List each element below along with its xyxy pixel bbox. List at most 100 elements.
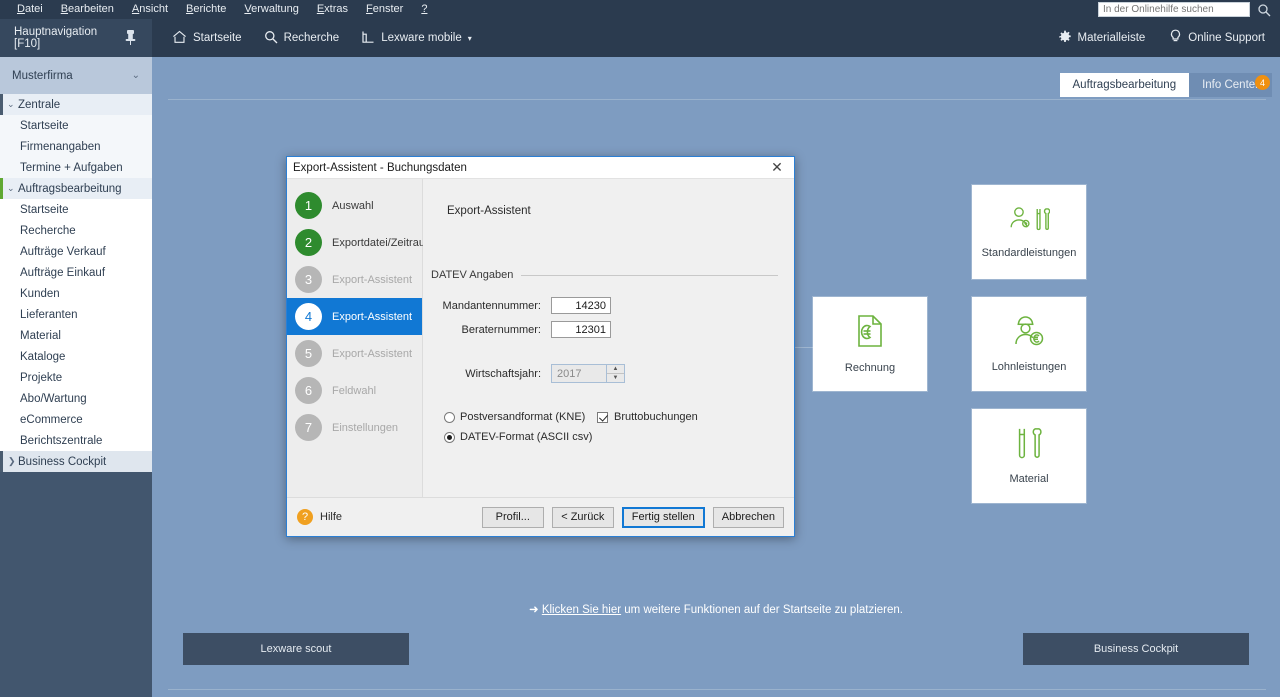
business-cockpit-button[interactable]: Business Cockpit — [1023, 633, 1249, 665]
sidebar-item-projekte[interactable]: Projekte — [0, 367, 152, 388]
wizard-step-number: 6 — [295, 377, 322, 404]
radio-icon-selected[interactable] — [444, 431, 455, 443]
sidebar-item-label: Berichtszentrale — [20, 434, 103, 447]
toolbar-item-recherche[interactable]: Recherche — [255, 25, 349, 51]
menu-item-fenster[interactable]: Fenster — [357, 0, 412, 19]
checkbox-label: Bruttobuchungen — [614, 411, 698, 423]
menu-item-verwaltung[interactable]: Verwaltung — [235, 0, 307, 19]
placement-hint-link[interactable]: Klicken Sie hier — [542, 604, 621, 616]
field-label: Mandantennummer: — [442, 299, 541, 312]
stepper-down-icon[interactable]: ▼ — [607, 374, 624, 382]
tools-icon — [1016, 427, 1042, 464]
dialog-button-fertig-stellen[interactable]: Fertig stellen — [621, 506, 705, 528]
help-link[interactable]: ? Hilfe — [297, 509, 342, 525]
stepper-up-icon[interactable]: ▲ — [607, 365, 624, 374]
wizard-step-1[interactable]: 1 Auswahl — [287, 187, 422, 224]
wizard-step-label: Auswahl — [332, 199, 374, 212]
group-rule — [521, 274, 778, 276]
toolbar-item-startseite[interactable]: Startseite — [163, 25, 251, 51]
sidebar-group-label: Auftragsbearbeitung — [18, 182, 122, 195]
menu-item-ansicht[interactable]: Ansicht — [123, 0, 177, 19]
tile-label: Standardleistungen — [981, 247, 1077, 259]
hauptnavigation-label: Hauptnavigation [F10] — [14, 26, 98, 50]
sidebar-group-label: Zentrale — [18, 98, 61, 111]
checkbox-bruttobuchungen[interactable]: Bruttobuchungen — [597, 411, 698, 423]
sidebar-item-ecommerce[interactable]: eCommerce — [0, 409, 152, 430]
dialog-button-abbrechen[interactable]: Abbrechen — [712, 506, 784, 528]
tile-standardleistungen[interactable]: Standardleistungen — [972, 185, 1086, 279]
main-toolbar: Hauptnavigation [F10] Startseite Recherc… — [0, 19, 1280, 57]
sidebar-item-auftr-ge-einkauf[interactable]: Aufträge Einkauf — [0, 262, 152, 283]
tile-lohnleistungen[interactable]: Lohnleistungen — [972, 297, 1086, 391]
field-label: Beraternummer: — [461, 323, 541, 336]
sidebar-item-label: Abo/Wartung — [20, 392, 87, 405]
wizard-step-2[interactable]: 2 Exportdatei/Zeitraum — [287, 224, 434, 261]
field-mandantennummer: Mandantennummer: — [431, 297, 611, 314]
sidebar-item-label: Lieferanten — [20, 308, 78, 321]
hauptnavigation-button[interactable]: Hauptnavigation [F10] — [0, 19, 152, 57]
wirtschaftsjahr-stepper[interactable]: ▲ ▼ — [551, 364, 625, 383]
sidebar-item-kunden[interactable]: Kunden — [0, 283, 152, 304]
wizard-step-4[interactable]: 4 Export-Assistent — [287, 298, 422, 335]
checkbox-icon[interactable] — [597, 411, 608, 423]
company-selector[interactable]: Musterfirma ⌄ — [0, 57, 152, 94]
sidebar-item-label: Kataloge — [20, 350, 66, 363]
tile-label: Rechnung — [844, 362, 896, 374]
bulb-icon — [1169, 29, 1182, 47]
sidebar-nav-list: ⌄ Zentrale Startseite Firmenangaben Termine … — [0, 94, 152, 451]
stepper-buttons[interactable]: ▲ ▼ — [606, 364, 625, 383]
lexware-scout-button[interactable]: Lexware scout — [183, 633, 409, 665]
menu-item-datei[interactable]: Datei — [8, 0, 52, 19]
sidebar-item-label: Business Cockpit — [18, 455, 107, 468]
menu-item-berichte[interactable]: Berichte — [177, 0, 235, 19]
radio-label: Postversandformat (KNE) — [460, 411, 586, 423]
sidebar-item-termine-aufgaben[interactable]: Termine + Aufgaben — [0, 157, 152, 178]
sidebar-group-zentrale[interactable]: ⌄ Zentrale — [0, 94, 152, 115]
sidebar-item-material[interactable]: Material — [0, 325, 152, 346]
wizard-step-3[interactable]: 3 Export-Assistent — [287, 261, 422, 298]
wizard-step-label: Exportdatei/Zeitraum — [332, 236, 435, 249]
sidebar-item-business-cockpit[interactable]: ❯ Business Cockpit — [0, 451, 152, 472]
search-icon[interactable] — [1257, 3, 1271, 17]
radio-icon[interactable] — [444, 411, 455, 423]
sidebar-item-berichtszentrale[interactable]: Berichtszentrale — [0, 430, 152, 451]
sidebar-item-recherche[interactable]: Recherche — [0, 220, 152, 241]
beraternummer-input[interactable] — [551, 321, 611, 338]
application-window: Datei Bearbeiten Ansicht Berichte Verwaltung… — [0, 0, 1280, 697]
toolbar-item-online-support[interactable]: Online Support — [1160, 25, 1274, 51]
menu-item-extras[interactable]: Extras — [308, 0, 357, 19]
pin-icon[interactable] — [125, 29, 136, 48]
dialog-title: Export-Assistent - Buchungsdaten — [293, 161, 467, 174]
sidebar-item-startseite[interactable]: Startseite — [0, 115, 152, 136]
menu-item-[interactable]: ? — [412, 0, 436, 19]
mandantennummer-input[interactable] — [551, 297, 611, 314]
tab-auftragsbearbeitung[interactable]: Auftragsbearbeitung — [1059, 73, 1190, 97]
sidebar-marker — [0, 451, 3, 472]
sidebar-item-lieferanten[interactable]: Lieferanten — [0, 304, 152, 325]
radio-postversandformat[interactable]: Postversandformat (KNE) — [444, 411, 585, 423]
tile-material[interactable]: Material — [972, 409, 1086, 503]
sidebar-item-abo-wartung[interactable]: Abo/Wartung — [0, 388, 152, 409]
wizard-step-number: 3 — [295, 266, 322, 293]
toolbar-item-label: Online Support — [1188, 32, 1265, 44]
sidebar-item-auftr-ge-verkauf[interactable]: Aufträge Verkauf — [0, 241, 152, 262]
toolbar-item-lexware-mobile[interactable]: Lexware mobile ▾ — [352, 25, 481, 51]
dialog-button-profil[interactable]: Profil... — [481, 506, 544, 528]
sidebar-item-firmenangaben[interactable]: Firmenangaben — [0, 136, 152, 157]
wizard-step-6[interactable]: 6 Feldwahl — [287, 372, 422, 409]
person-tools-icon — [1008, 205, 1051, 238]
toolbar-item-materialleiste[interactable]: Materialleiste — [1049, 25, 1155, 51]
dialog-footer: ? Hilfe Profil... < Zurück Fertig stellen A… — [287, 497, 794, 536]
sidebar-item-startseite[interactable]: Startseite — [0, 199, 152, 220]
dialog-button-zur-ck[interactable]: < Zurück — [551, 506, 614, 528]
wirtschaftsjahr-input[interactable] — [551, 364, 606, 383]
close-icon[interactable]: ✕ — [760, 157, 794, 179]
wizard-step-7[interactable]: 7 Einstellungen — [287, 409, 422, 446]
sidebar-item-kataloge[interactable]: Kataloge — [0, 346, 152, 367]
online-help-search-input[interactable] — [1098, 2, 1250, 17]
sidebar-group-auftragsbearbeitung[interactable]: ⌄ Auftragsbearbeitung — [0, 178, 152, 199]
menu-item-bearbeiten[interactable]: Bearbeiten — [52, 0, 123, 19]
wizard-step-5[interactable]: 5 Export-Assistent — [287, 335, 422, 372]
radio-datev-format[interactable]: DATEV-Format (ASCII csv) — [444, 431, 592, 443]
tile-rechnung[interactable]: Rechnung — [813, 297, 927, 391]
